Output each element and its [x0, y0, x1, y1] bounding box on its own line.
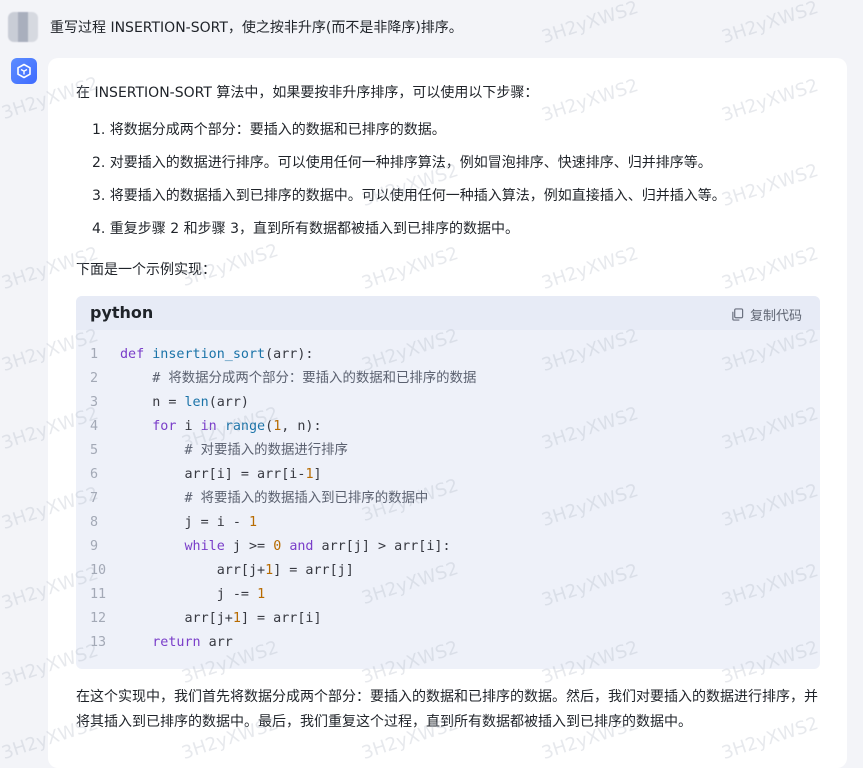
- code-language: python: [90, 303, 154, 322]
- code-line: 13 return arr: [76, 631, 476, 655]
- code-token: arr[j+: [184, 611, 233, 626]
- code-comment: # 将数据分成两个部分：要插入的数据和已排序的数据: [152, 371, 477, 386]
- code-token: (: [265, 419, 274, 434]
- code-token: 1: [305, 467, 314, 482]
- code-token: def: [120, 347, 145, 362]
- watermark: 3H2yXWS2: [539, 0, 641, 48]
- line-number: 10: [90, 563, 107, 578]
- code-line: 12 arr[j+1] = arr[i]: [76, 607, 476, 631]
- bot-avatar: [11, 58, 37, 84]
- code-token: arr[j+: [216, 563, 266, 578]
- code-line: 8 j = i - 1: [76, 511, 476, 535]
- line-number: 4: [90, 419, 99, 434]
- line-number: 5: [90, 443, 99, 458]
- line-number: 1: [90, 347, 99, 362]
- code-token: (arr):: [265, 347, 314, 362]
- code-token: arr: [200, 635, 233, 650]
- line-number: 2: [90, 371, 99, 386]
- code-block: python 复制代码 1 def insertion_sort(arr): 2…: [76, 296, 820, 669]
- user-message-row: 重写过程 INSERTION-SORT，使之按非升序(而不是非降序)排序。: [8, 11, 463, 43]
- cube-logo-icon: [17, 63, 31, 79]
- line-number: 8: [90, 515, 99, 530]
- code-token: return: [152, 635, 201, 650]
- answer-card: 在 INSERTION-SORT 算法中，如果要按非升序排序，可以使用以下步骤：…: [48, 58, 847, 768]
- list-item: 1. 将数据分成两个部分：要插入的数据和已排序的数据。: [92, 122, 446, 138]
- code-token: , n):: [281, 419, 322, 434]
- line-number: 9: [90, 539, 99, 554]
- list-item: 3. 将要插入的数据插入到已排序的数据中。可以使用任何一种插入算法，例如直接插入…: [92, 188, 726, 204]
- code-token: arr[i] = arr[i-: [184, 467, 306, 482]
- code-token: len: [184, 395, 209, 410]
- code-token: n =: [152, 395, 185, 410]
- code-token: j -=: [216, 587, 258, 602]
- code-token: ] = arr[i]: [240, 611, 322, 626]
- code-body: 1 def insertion_sort(arr): 2 # 将数据分成两个部分…: [76, 343, 476, 655]
- code-comment: # 将要插入的数据插入到已排序的数据中: [184, 491, 429, 506]
- code-token: arr[j] > arr[i]:: [313, 539, 451, 554]
- code-line: 9 while j >= 0 and arr[j] > arr[i]:: [76, 535, 476, 559]
- code-token: 1: [257, 587, 266, 602]
- code-line: 7 # 将要插入的数据插入到已排序的数据中: [76, 487, 476, 511]
- code-token: j = i -: [184, 515, 249, 530]
- answer-summary: 在这个实现中，我们首先将数据分成两个部分：要插入的数据和已排序的数据。然后，我们…: [76, 689, 818, 730]
- code-token: ]: [313, 467, 322, 482]
- code-line: 11 j -= 1: [76, 583, 476, 607]
- code-line: 2 # 将数据分成两个部分：要插入的数据和已排序的数据: [76, 367, 476, 391]
- code-comment: # 对要插入的数据进行排序: [184, 443, 348, 458]
- list-item: 2. 对要插入的数据进行排序。可以使用任何一种排序算法，例如冒泡排序、快速排序、…: [92, 155, 712, 171]
- code-line: 4 for i in range(1, n):: [76, 415, 476, 439]
- code-line: 6 arr[i] = arr[i-1]: [76, 463, 476, 487]
- code-line: 1 def insertion_sort(arr):: [76, 343, 476, 367]
- code-line: 3 n = len(arr): [76, 391, 476, 415]
- line-number: 6: [90, 467, 99, 482]
- answer-intro: 在 INSERTION-SORT 算法中，如果要按非升序排序，可以使用以下步骤：: [76, 85, 539, 101]
- code-token: while: [184, 539, 225, 554]
- code-token: i: [176, 419, 201, 434]
- code-line: 10 arr[j+1] = arr[j]: [76, 559, 476, 583]
- code-token: (arr): [208, 395, 249, 410]
- code-token: 1: [249, 515, 258, 530]
- code-token: insertion_sort: [152, 347, 266, 362]
- code-token: ] = arr[j]: [273, 563, 354, 578]
- steps-list: 1. 将数据分成两个部分：要插入的数据和已排序的数据。 2. 对要插入的数据进行…: [92, 120, 726, 252]
- code-token: in: [200, 419, 217, 434]
- line-number: 11: [90, 587, 107, 602]
- code-token: range: [224, 419, 266, 434]
- example-label: 下面是一个示例实现：: [76, 262, 216, 278]
- list-item: 4. 重复步骤 2 和步骤 3，直到所有数据都被插入到已排序的数据中。: [92, 221, 519, 237]
- code-token: 1: [232, 611, 241, 626]
- code-token: for: [152, 419, 177, 434]
- user-message-text: 重写过程 INSERTION-SORT，使之按非升序(而不是非降序)排序。: [50, 20, 463, 36]
- user-avatar: [8, 12, 38, 42]
- copy-code-label: 复制代码: [749, 309, 802, 324]
- code-header: python 复制代码: [76, 296, 820, 330]
- code-line: 5 # 对要插入的数据进行排序: [76, 439, 476, 463]
- code-token: 1: [265, 563, 274, 578]
- line-number: 3: [90, 395, 99, 410]
- line-number: 13: [90, 635, 107, 650]
- watermark: 3H2yXWS2: [719, 0, 821, 48]
- code-token: j >=: [224, 539, 274, 554]
- copy-code-button[interactable]: 复制代码: [731, 305, 802, 324]
- code-token: and: [289, 539, 314, 554]
- copy-icon: [732, 308, 744, 321]
- line-number: 12: [90, 611, 107, 626]
- line-number: 7: [90, 491, 99, 506]
